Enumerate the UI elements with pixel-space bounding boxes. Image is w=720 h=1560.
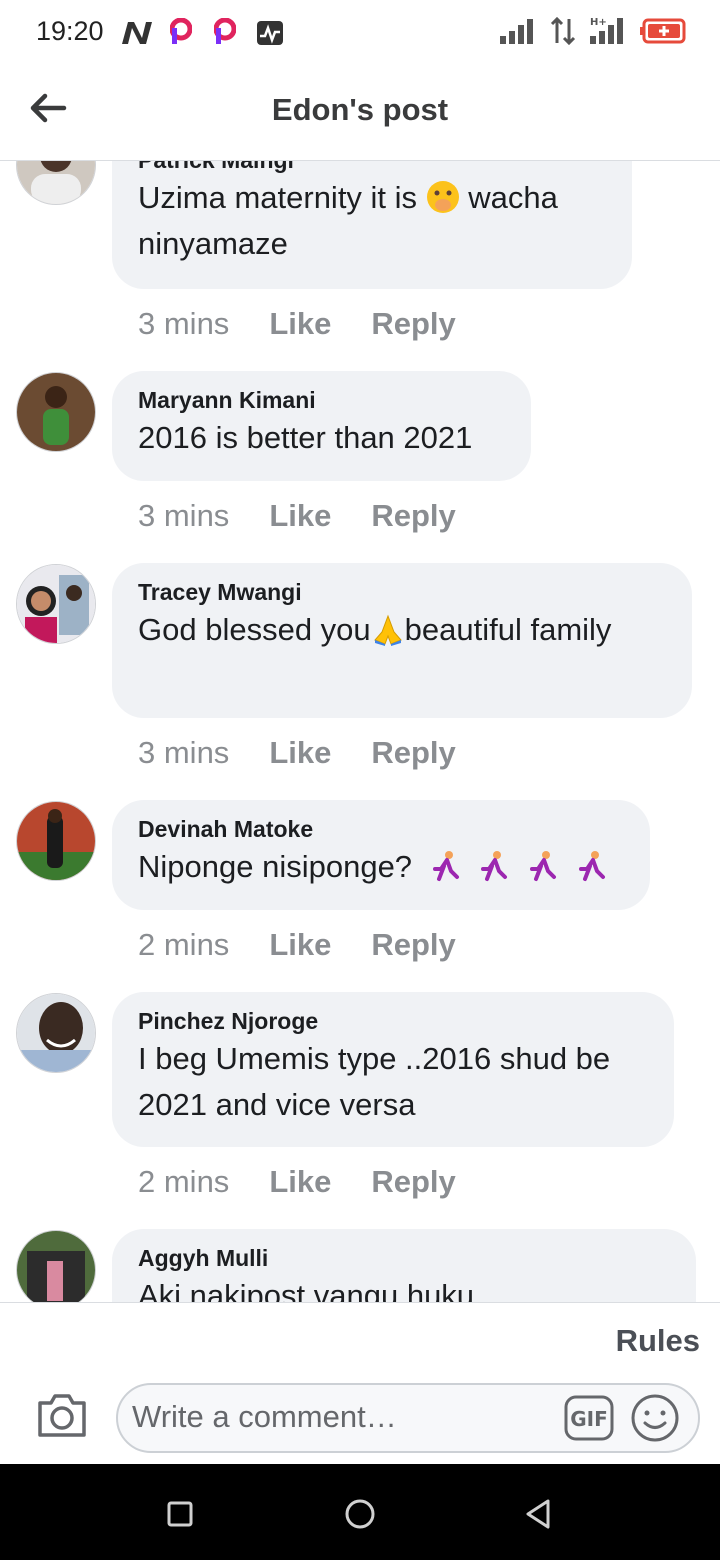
- post-header: Edon's post: [0, 66, 720, 161]
- nav-circle-icon[interactable]: [340, 1494, 380, 1534]
- like-button[interactable]: Like: [269, 306, 331, 342]
- reply-button[interactable]: Reply: [371, 498, 455, 534]
- like-button[interactable]: Like: [269, 735, 331, 771]
- battery-icon: [640, 18, 686, 44]
- avatar[interactable]: [16, 564, 96, 644]
- nav-square-icon[interactable]: [160, 1494, 200, 1534]
- comment-author[interactable]: Maryann Kimani: [138, 385, 505, 415]
- p-app-icon: [214, 18, 236, 44]
- nav-back-triangle-icon[interactable]: [520, 1494, 560, 1534]
- status-right: H+: [500, 16, 686, 46]
- comment-bubble[interactable]: Maryann Kimani 2016 is better than 2021: [112, 371, 531, 481]
- system-nav-bar: [0, 1464, 720, 1560]
- comment-author[interactable]: Patrick Maingi: [138, 161, 606, 175]
- comment-text: 2016 is better than 2021: [138, 420, 473, 455]
- folded-hands-emoji: [373, 614, 402, 646]
- reply-button[interactable]: Reply: [371, 306, 455, 342]
- p-app-icon: [170, 18, 192, 44]
- comment-bubble[interactable]: Aggyh Mulli Aki nakipost vangu huku: [112, 1229, 696, 1302]
- avatar[interactable]: [16, 993, 96, 1073]
- comment-text: Uzima maternity it is wacha ninyamaze: [138, 180, 558, 261]
- comment-bubble[interactable]: Devinah Matoke Niponge nisiponge?: [112, 800, 650, 910]
- comment-bubble[interactable]: Pinchez Njoroge I beg Umemis type ..2016…: [112, 992, 674, 1147]
- gif-icon[interactable]: GIF: [564, 1395, 614, 1441]
- comment-list[interactable]: Patrick Maingi Uzima maternity it is wac…: [0, 161, 720, 1302]
- comment-author[interactable]: Devinah Matoke: [138, 814, 624, 844]
- comment-input[interactable]: Write a comment… GIF: [116, 1383, 700, 1453]
- status-time: 19:20: [36, 16, 104, 46]
- emoji-icon[interactable]: [630, 1393, 680, 1443]
- data-arrows-icon: [550, 17, 576, 45]
- svg-text:GIF: GIF: [570, 1407, 608, 1431]
- comment-author[interactable]: Tracey Mwangi: [138, 577, 666, 607]
- running-woman-emoji: [578, 851, 605, 881]
- comment-time[interactable]: 2 mins: [138, 1164, 229, 1200]
- activity-icon: [257, 21, 283, 45]
- reply-button[interactable]: Reply: [371, 927, 455, 963]
- comment-time[interactable]: 3 mins: [138, 498, 229, 534]
- network-n-icon: [122, 22, 152, 44]
- comment-actions: 3 mins Like Reply: [138, 498, 456, 534]
- page-title: Edon's post: [271, 92, 449, 127]
- status-bar: 19:20 H+: [0, 0, 720, 66]
- avatar[interactable]: [16, 372, 96, 452]
- comment-actions: 2 mins Like Reply: [138, 1164, 456, 1200]
- comment-author[interactable]: Aggyh Mulli: [138, 1243, 670, 1273]
- comment-text: God blessed you beautiful family: [138, 612, 612, 647]
- comment-time[interactable]: 3 mins: [138, 735, 229, 771]
- comment-composer: Rules Write a comment… GIF: [0, 1302, 720, 1465]
- running-woman-emoji: [432, 851, 459, 881]
- comment-actions: 2 mins Like Reply: [138, 927, 456, 963]
- comment-text: Aki nakipost vangu huku: [138, 1278, 475, 1302]
- comment-bubble[interactable]: Tracey Mwangi God blessed you beautiful f…: [112, 563, 692, 718]
- like-button[interactable]: Like: [269, 927, 331, 963]
- reply-button[interactable]: Reply: [371, 1164, 455, 1200]
- comment-author[interactable]: Pinchez Njoroge: [138, 1006, 648, 1036]
- like-button[interactable]: Like: [269, 1164, 331, 1200]
- avatar[interactable]: [16, 801, 96, 881]
- comment-text: I beg Umemis type ..2016 shud be 2021 and…: [138, 1041, 611, 1122]
- comment-text: Niponge nisiponge?: [138, 844, 624, 890]
- comment-time[interactable]: 3 mins: [138, 306, 229, 342]
- comment-input-placeholder: Write a comment…: [132, 1399, 397, 1434]
- camera-icon[interactable]: [36, 1391, 88, 1439]
- rules-link[interactable]: Rules: [616, 1323, 700, 1359]
- like-button[interactable]: Like: [269, 498, 331, 534]
- comment-time[interactable]: 2 mins: [138, 927, 229, 963]
- signal-icon: [500, 19, 533, 44]
- shushing-face-emoji: [426, 181, 459, 213]
- comment-actions: 3 mins Like Reply: [138, 735, 456, 771]
- avatar[interactable]: [16, 1230, 96, 1302]
- svg-text:H+: H+: [590, 17, 607, 28]
- running-woman-emoji: [529, 851, 556, 881]
- reply-button[interactable]: Reply: [371, 735, 455, 771]
- comment-actions: 3 mins Like Reply: [138, 306, 456, 342]
- comment-bubble[interactable]: Patrick Maingi Uzima maternity it is wac…: [112, 161, 632, 289]
- signal-icon: H+: [590, 17, 623, 44]
- avatar[interactable]: [16, 161, 96, 205]
- running-woman-emoji: [481, 851, 508, 881]
